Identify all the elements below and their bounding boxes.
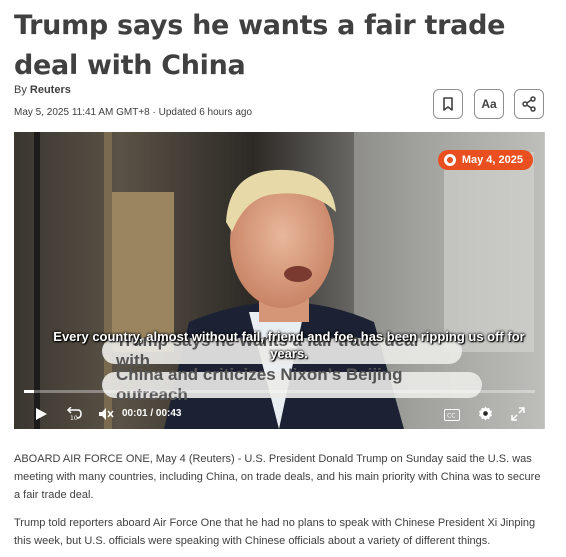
play-button[interactable]: [34, 407, 48, 421]
author-link[interactable]: Reuters: [30, 84, 71, 96]
video-date: May 4, 2025: [461, 154, 523, 166]
video-date-badge: May 4, 2025: [437, 150, 533, 170]
mute-button[interactable]: [98, 407, 114, 421]
share-icon: [522, 96, 536, 112]
video-progress-bar[interactable]: [24, 390, 535, 393]
dateline: May 5, 2025 11:41 AM GMT+8 · Updated 6 h…: [14, 107, 253, 118]
play-icon: [36, 408, 47, 420]
captions-icon: CC: [444, 409, 460, 421]
video-time-display: 00:01 / 00:43: [122, 408, 182, 419]
settings-button[interactable]: [478, 406, 493, 421]
font-size-label: Aa: [481, 97, 497, 111]
video-progress-fill: [24, 390, 35, 393]
byline: By Reuters: [14, 84, 71, 96]
fullscreen-button[interactable]: [511, 407, 525, 421]
font-size-button[interactable]: Aa: [474, 89, 504, 119]
article-page: Trump says he wants a fair trade deal wi…: [0, 0, 566, 557]
rewind-button[interactable]: 10: [66, 407, 82, 421]
svg-text:10: 10: [70, 415, 78, 421]
share-button[interactable]: [514, 89, 544, 119]
gear-icon: [478, 406, 493, 421]
video-caption: Every country, almost without fail, frie…: [53, 329, 525, 361]
article-paragraph: Trump told reporters aboard Air Force On…: [14, 517, 536, 547]
bookmark-icon: [443, 97, 453, 111]
reuters-logo-icon: [443, 154, 456, 166]
video-controls: 10 00:01 / 00:43 CC: [14, 395, 545, 429]
rewind-10-icon: 10: [66, 407, 82, 421]
fullscreen-icon: [511, 407, 525, 421]
byline-prefix: By: [14, 84, 27, 96]
mute-icon: [99, 408, 114, 420]
video-time: 00:01 / 00:43: [122, 408, 182, 419]
bookmark-button[interactable]: [433, 89, 463, 119]
article-paragraph: ABOARD AIR FORCE ONE, May 4 (Reuters) - …: [14, 453, 541, 501]
article-headline: Trump says he wants a fair trade deal wi…: [14, 10, 506, 81]
video-player[interactable]: May 4, 2025 Trump says he wants a fair t…: [14, 132, 545, 429]
cc-label: CC: [447, 413, 455, 420]
captions-button[interactable]: CC: [444, 409, 460, 421]
